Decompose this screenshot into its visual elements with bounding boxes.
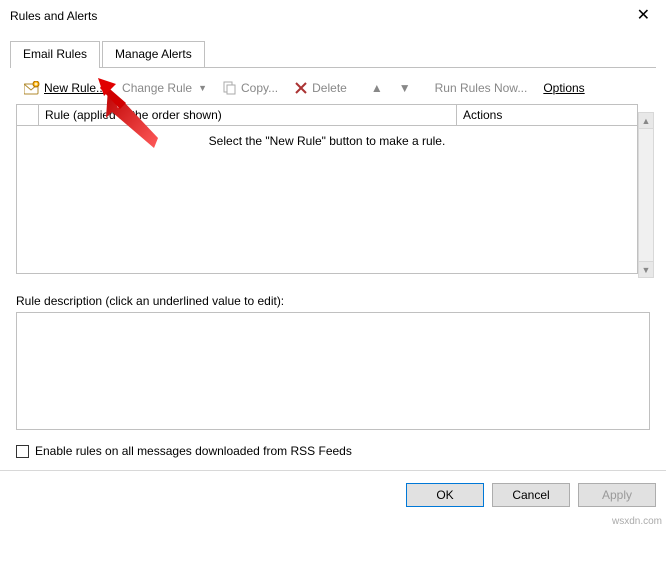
tab-label: Email Rules (23, 47, 87, 61)
column-actions[interactable]: Actions (457, 105, 637, 125)
rule-description-box[interactable] (16, 312, 650, 430)
arrow-up-icon: ▲ (371, 81, 383, 95)
apply-label: Apply (602, 488, 632, 502)
delete-button[interactable]: Delete (288, 78, 353, 98)
ok-button[interactable]: OK (406, 483, 484, 507)
copy-label: Copy... (241, 81, 278, 95)
column-checkbox[interactable] (17, 105, 39, 125)
move-up-button[interactable]: ▲ (365, 78, 389, 98)
cancel-label: Cancel (512, 488, 549, 502)
dialog-footer: OK Cancel Apply (0, 479, 666, 517)
scroll-up-button[interactable]: ▲ (639, 113, 653, 129)
window-title: Rules and Alerts (10, 9, 631, 23)
cancel-button[interactable]: Cancel (492, 483, 570, 507)
delete-label: Delete (312, 81, 347, 95)
rules-list-scrollbar[interactable]: ▲ ▼ (638, 112, 654, 278)
run-rules-now-label: Run Rules Now... (435, 81, 528, 95)
delete-icon (294, 81, 308, 95)
change-rule-label: Change Rule (122, 81, 192, 95)
arrow-down-icon: ▼ (399, 81, 411, 95)
toolbar: New Rule... Change Rule ▼ Copy... Delete… (10, 72, 656, 104)
tab-label: Manage Alerts (115, 47, 192, 61)
tabs: Email Rules Manage Alerts (10, 40, 656, 68)
title-bar: Rules and Alerts ✕ (0, 0, 666, 32)
rss-checkbox-label: Enable rules on all messages downloaded … (35, 444, 352, 458)
rss-checkbox[interactable] (16, 445, 29, 458)
copy-icon (223, 81, 237, 95)
change-rule-button[interactable]: Change Rule ▼ (116, 78, 213, 98)
column-rule[interactable]: Rule (applied in the order shown) (39, 105, 457, 125)
new-rule-button[interactable]: New Rule... (18, 78, 112, 98)
run-rules-now-button[interactable]: Run Rules Now... (429, 78, 534, 98)
tab-email-rules[interactable]: Email Rules (10, 41, 100, 68)
footer-separator (0, 470, 666, 471)
move-down-button[interactable]: ▼ (393, 78, 417, 98)
rss-checkbox-row[interactable]: Enable rules on all messages downloaded … (16, 444, 650, 458)
watermark: wsxdn.com (612, 516, 662, 527)
new-rule-label: New Rule... (44, 81, 106, 95)
copy-button[interactable]: Copy... (217, 78, 284, 98)
column-actions-label: Actions (463, 108, 502, 122)
column-rule-label: Rule (applied in the order shown) (45, 108, 222, 122)
rules-list[interactable]: Select the "New Rule" button to make a r… (16, 126, 638, 274)
options-label: Options (543, 81, 584, 95)
options-button[interactable]: Options (537, 78, 590, 98)
rules-list-header: Rule (applied in the order shown) Action… (16, 104, 638, 126)
tab-manage-alerts[interactable]: Manage Alerts (102, 41, 205, 68)
empty-list-text: Select the "New Rule" button to make a r… (17, 134, 637, 148)
rule-description-label: Rule description (click an underlined va… (16, 294, 650, 308)
chevron-down-icon: ▼ (198, 83, 207, 93)
scroll-down-button[interactable]: ▼ (639, 261, 653, 277)
apply-button[interactable]: Apply (578, 483, 656, 507)
close-button[interactable]: ✕ (631, 6, 656, 26)
ok-label: OK (436, 488, 453, 502)
new-rule-icon (24, 81, 40, 95)
